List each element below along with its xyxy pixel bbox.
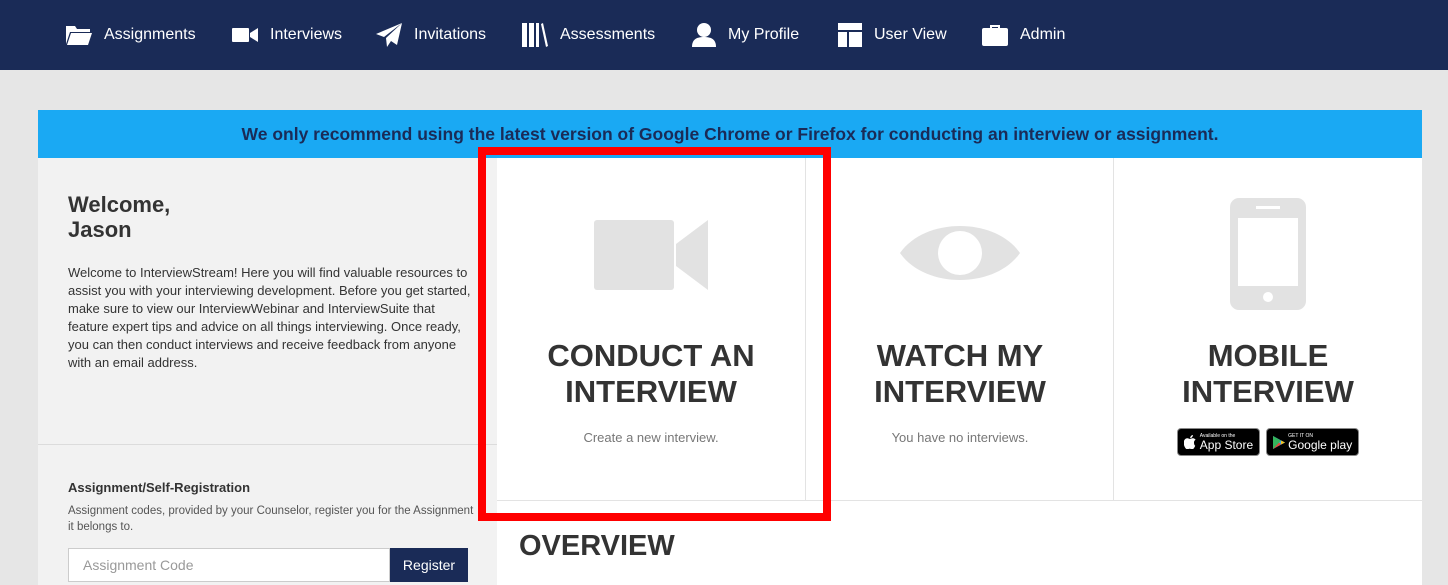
welcome-username: Jason (68, 217, 132, 242)
conduct-interview-card[interactable]: CONDUCT AN INTERVIEW Create a new interv… (497, 158, 805, 500)
assignment-code-input[interactable] (68, 548, 390, 582)
conduct-title-line2: INTERVIEW (565, 374, 737, 409)
apple-icon (1183, 435, 1196, 449)
mobile-phone-icon (1114, 198, 1422, 310)
google-play-icon (1273, 435, 1286, 449)
nav-assignments[interactable]: Assignments (66, 0, 196, 70)
welcome-text: Welcome to InterviewStream! Here you wil… (68, 265, 471, 370)
watch-title-line1: WATCH MY (876, 338, 1044, 373)
google-play-label: Google play (1288, 438, 1353, 452)
user-icon (692, 23, 716, 47)
welcome-panel: Welcome, Jason Welcome to InterviewStrea… (38, 158, 497, 585)
overview-heading: OVERVIEW (519, 530, 675, 562)
main-panel: CONDUCT AN INTERVIEW Create a new interv… (497, 158, 1422, 585)
nav-user-view[interactable]: User View (838, 0, 947, 70)
app-store-label: App Store (1199, 438, 1254, 452)
folder-icon (66, 26, 92, 45)
nav-assessments-label: Assessments (560, 26, 656, 43)
nav-invitations[interactable]: Invitations (376, 0, 486, 70)
divider (38, 444, 497, 445)
watch-interview-card[interactable]: WATCH MY INTERVIEW You have no interview… (806, 158, 1114, 500)
video-camera-icon (497, 218, 805, 292)
browser-recommendation-banner: We only recommend using the latest versi… (38, 110, 1422, 158)
welcome-greeting: Welcome, (68, 192, 171, 217)
mobile-interview-title: MOBILE INTERVIEW (1114, 338, 1422, 410)
mobile-interview-card[interactable]: MOBILE INTERVIEW Available on the App St… (1114, 158, 1422, 500)
conduct-interview-subtitle: Create a new interview. (583, 430, 719, 445)
nav-interviews-label: Interviews (270, 26, 343, 43)
nav-assignments-label: Assignments (104, 26, 196, 43)
conduct-title-line1: CONDUCT AN (547, 338, 755, 373)
conduct-interview-title: CONDUCT AN INTERVIEW (497, 338, 805, 410)
eye-icon (806, 213, 1114, 293)
nav-interviews[interactable]: Interviews (232, 0, 342, 70)
register-button[interactable]: Register (390, 548, 468, 582)
nav-my-profile[interactable]: My Profile (692, 0, 799, 70)
paper-plane-icon (376, 23, 402, 47)
top-nav: Assignments Interviews Invitations Asses… (0, 0, 1448, 70)
watch-title-line2: INTERVIEW (874, 374, 1046, 409)
app-store-badge[interactable]: Available on the App Store (1176, 428, 1261, 456)
nav-invitations-label: Invitations (414, 26, 487, 43)
nav-admin-label: Admin (1020, 26, 1066, 43)
briefcase-icon (982, 25, 1008, 46)
nav-user-view-label: User View (874, 26, 947, 43)
section-divider (497, 500, 1422, 501)
nav-my-profile-label: My Profile (728, 26, 800, 43)
layout-icon (838, 23, 862, 47)
mobile-title-line1: MOBILE (1207, 338, 1329, 373)
banner-text: We only recommend using the latest versi… (241, 123, 1219, 144)
store-badges: Available on the App Store GET IT ON Goo… (1114, 428, 1422, 456)
video-camera-icon (232, 28, 258, 42)
google-play-badge[interactable]: GET IT ON Google play (1266, 428, 1360, 456)
nav-admin[interactable]: Admin (982, 0, 1065, 70)
welcome-heading: Welcome, Jason (68, 192, 170, 242)
assignment-description: Assignment codes, provided by your Couns… (68, 505, 474, 533)
watch-interview-title: WATCH MY INTERVIEW (806, 338, 1114, 410)
nav-assessments[interactable]: Assessments (522, 0, 655, 70)
assignment-title: Assignment/Self-Registration (68, 480, 251, 495)
watch-interview-subtitle: You have no interviews. (891, 430, 1029, 445)
books-icon (522, 23, 548, 47)
mobile-title-line2: INTERVIEW (1182, 374, 1354, 409)
